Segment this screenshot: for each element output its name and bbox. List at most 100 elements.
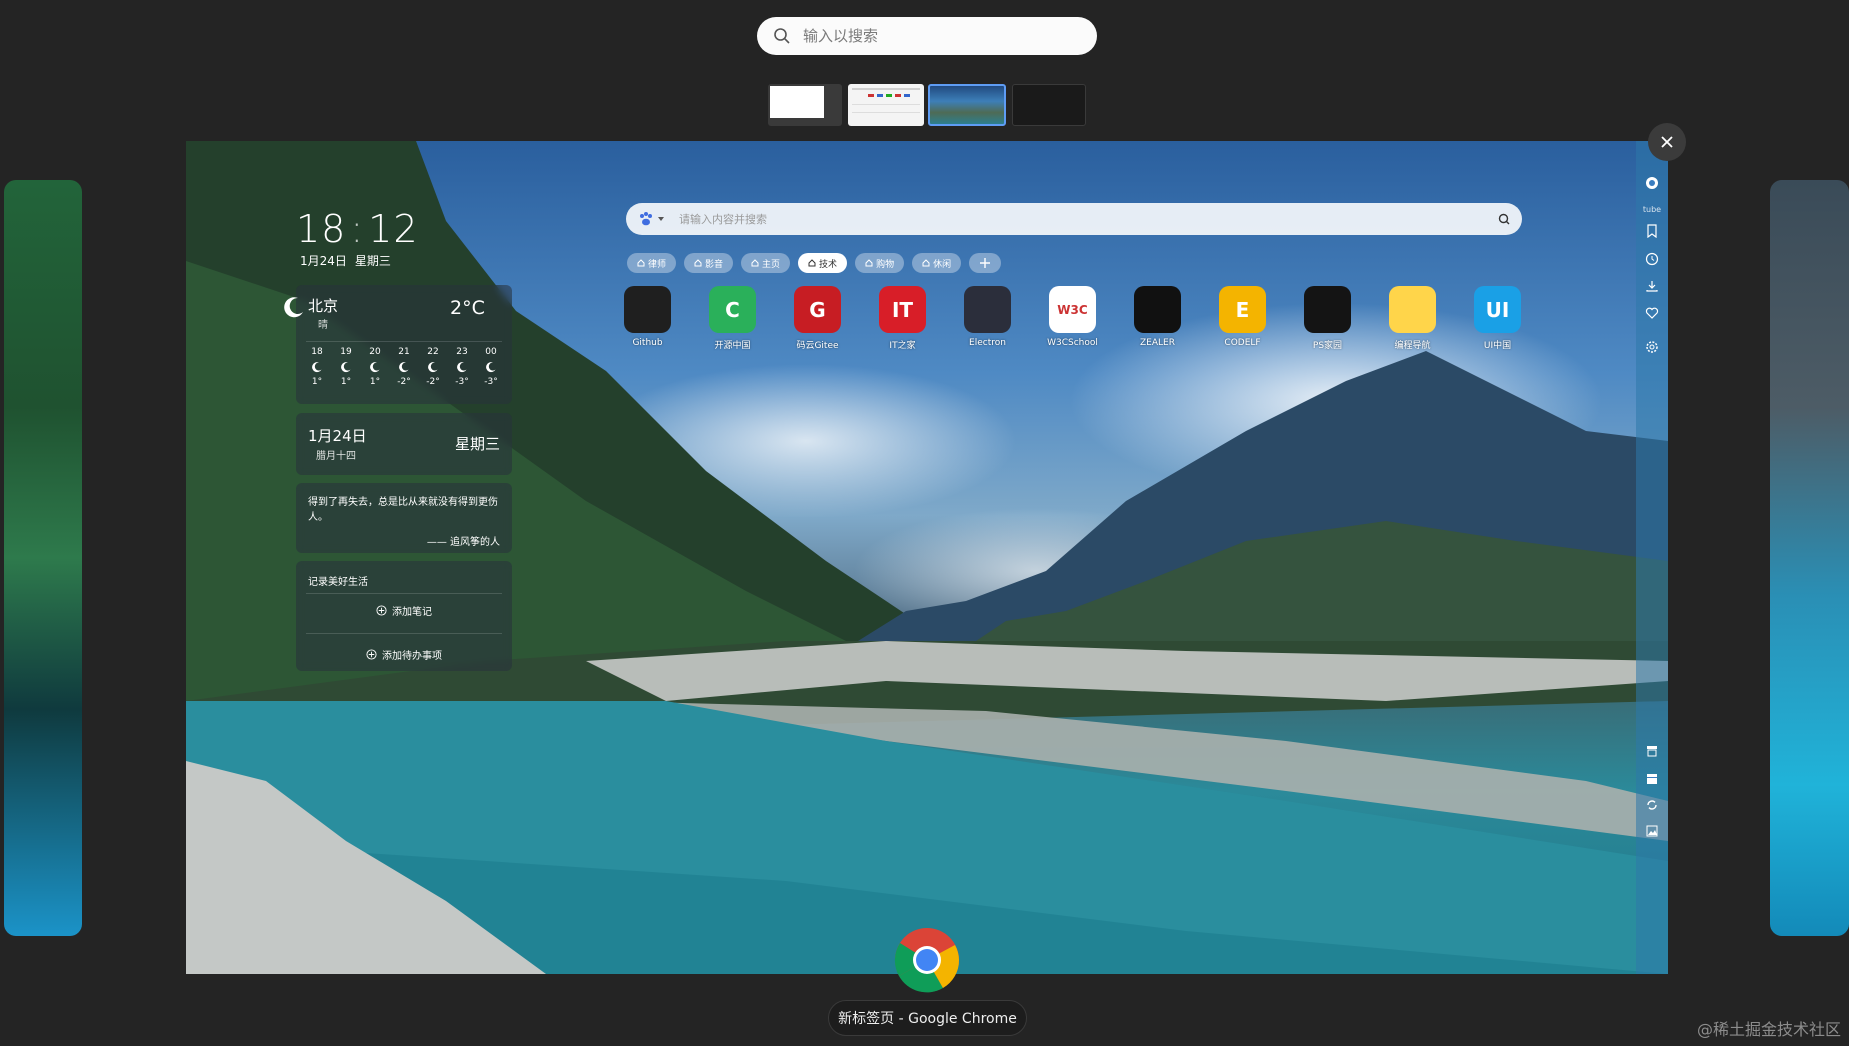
forecast-hour-temp: -2° <box>397 377 411 387</box>
archive-icon[interactable] <box>1644 743 1660 759</box>
app-icon <box>1389 286 1436 333</box>
forecast-hour-temp: -3° <box>455 377 469 387</box>
plus-circle-icon <box>366 649 377 660</box>
app-icon: W3C <box>1049 286 1096 333</box>
moon-icon <box>399 362 409 373</box>
tag-tab[interactable]: 购物 <box>855 253 905 273</box>
calendar-widget[interactable]: 1月24日 腊月十四 星期三 <box>296 413 512 475</box>
tag-label: 主页 <box>762 259 781 270</box>
forecast-hour-temp: 1° <box>340 377 352 387</box>
search-engine-selector[interactable] <box>638 211 665 227</box>
app-shortcut[interactable]: PS家园 <box>1304 286 1351 351</box>
wallpaper-icon[interactable] <box>1644 823 1660 839</box>
clock-minute: 12 <box>368 207 419 251</box>
add-todo-button[interactable]: 添加待办事项 <box>296 647 512 662</box>
app-icon: IT <box>879 286 926 333</box>
workspace-thumbnail-3-active[interactable] <box>928 84 1006 126</box>
calendar-lunar: 腊月十四 <box>316 451 356 462</box>
tag-label: 休闲 <box>933 259 952 270</box>
chevron-down-icon <box>658 217 664 221</box>
chrome-app-icon[interactable] <box>894 927 960 993</box>
bookmark-icon[interactable] <box>1644 223 1660 239</box>
workspace-thumbnail-4[interactable] <box>1012 84 1086 126</box>
cloud-icon[interactable] <box>1644 175 1660 191</box>
app-shortcut[interactable]: W3C W3CSchool <box>1047 286 1098 351</box>
tag-tab[interactable]: 休闲 <box>912 253 962 273</box>
app-icon <box>1304 286 1351 333</box>
forecast-hour: 19 1° <box>333 347 359 387</box>
note-title: 记录美好生活 <box>308 577 368 588</box>
app-label: ZEALER <box>1140 338 1175 348</box>
app-shortcut[interactable]: G 码云Gitee <box>794 286 841 351</box>
forecast-hour: 00 -3° <box>478 347 504 387</box>
baidu-paw-icon <box>640 212 652 226</box>
calendar-weekday: 星期三 <box>454 435 500 453</box>
home-icon <box>808 259 816 267</box>
workspace-thumbnail-1[interactable] <box>768 84 842 126</box>
forecast-hour-label: 19 <box>340 347 352 357</box>
app-shortcut[interactable]: IT IT之家 <box>879 286 926 351</box>
forecast-hour: 22 -2° <box>420 347 446 387</box>
app-icon <box>624 286 671 333</box>
app-icon: UI <box>1474 286 1521 333</box>
gear-icon[interactable] <box>1644 339 1660 355</box>
tag-tab[interactable]: 技术 <box>798 253 848 273</box>
app-shortcut[interactable]: Github <box>624 286 671 351</box>
tag-tab[interactable]: 律师 <box>627 253 677 273</box>
window-title-label: 新标签页 - Google Chrome <box>828 1000 1027 1036</box>
tag-tab[interactable]: 影音 <box>684 253 734 273</box>
app-shortcut[interactable]: Electron <box>964 286 1011 351</box>
forecast-hour-label: 00 <box>485 347 497 357</box>
home-icon <box>751 259 759 267</box>
window-preview-right[interactable] <box>1770 180 1849 936</box>
app-label: 开源中国 <box>714 341 751 351</box>
app-shortcut[interactable]: C 开源中国 <box>709 286 756 351</box>
forecast-hour-temp: 1° <box>369 377 381 387</box>
app-label: PS家园 <box>1312 341 1343 351</box>
app-icon: C <box>709 286 756 333</box>
tag-label: 购物 <box>876 259 895 270</box>
forecast-hour: 20 1° <box>362 347 388 387</box>
layout-icon[interactable] <box>1644 771 1660 787</box>
quote-widget: 得到了再失去，总是比从来就没有得到更伤人。 —— 追风筝的人 <box>296 483 512 553</box>
add-tag-button[interactable] <box>969 253 1002 273</box>
note-widget: 记录美好生活 添加笔记 添加待办事项 <box>296 561 512 671</box>
moon-icon <box>341 362 351 373</box>
close-icon <box>1661 136 1673 148</box>
overview-search-input[interactable] <box>803 27 1083 45</box>
favorite-icon[interactable] <box>1644 305 1660 321</box>
history-icon[interactable] <box>1644 251 1660 267</box>
app-shortcut[interactable]: UI UI中国 <box>1474 286 1521 351</box>
forecast-hour-temp: -3° <box>484 377 498 387</box>
newtab-search-bar[interactable] <box>626 203 1522 235</box>
close-window-button[interactable] <box>1648 123 1686 161</box>
app-label: UI中国 <box>1483 341 1512 351</box>
app-label: 码云Gitee <box>796 341 839 351</box>
forecast-hour-label: 18 <box>311 347 323 357</box>
quote-author: —— 追风筝的人 <box>426 537 500 548</box>
workspace-thumbnail-2[interactable] <box>848 84 924 126</box>
app-shortcut[interactable]: 编程导航 <box>1389 286 1436 351</box>
forecast-hour-label: 20 <box>369 347 381 357</box>
newtab-search-input[interactable] <box>679 212 1498 226</box>
moon-icon <box>370 362 380 373</box>
app-icon: E <box>1219 286 1266 333</box>
app-shortcut[interactable]: E CODELF <box>1219 286 1266 351</box>
tag-label: 技术 <box>819 259 838 270</box>
clock: 18:12 <box>296 207 419 251</box>
moon-icon <box>284 297 303 318</box>
overview-search[interactable] <box>757 17 1097 55</box>
forecast-hour-temp: -2° <box>426 377 440 387</box>
forecast-hour: 18 1° <box>304 347 330 387</box>
window-preview-left[interactable] <box>4 180 82 936</box>
tag-tab[interactable]: 主页 <box>741 253 791 273</box>
search-icon[interactable] <box>1498 213 1510 225</box>
forecast-hour: 23 -3° <box>449 347 475 387</box>
refresh-icon[interactable] <box>1644 797 1660 813</box>
add-note-button[interactable]: 添加笔记 <box>296 603 512 618</box>
weather-temperature: 2°C <box>450 297 485 319</box>
forecast-hour: 21 -2° <box>391 347 417 387</box>
chrome-window-preview[interactable]: 18:12 1月24日 星期三 北京 晴 2°C 18 1° 19 1° 20 1° 21 -2… <box>186 141 1668 974</box>
download-icon[interactable] <box>1644 278 1660 294</box>
app-shortcut[interactable]: ZEALER <box>1134 286 1181 351</box>
